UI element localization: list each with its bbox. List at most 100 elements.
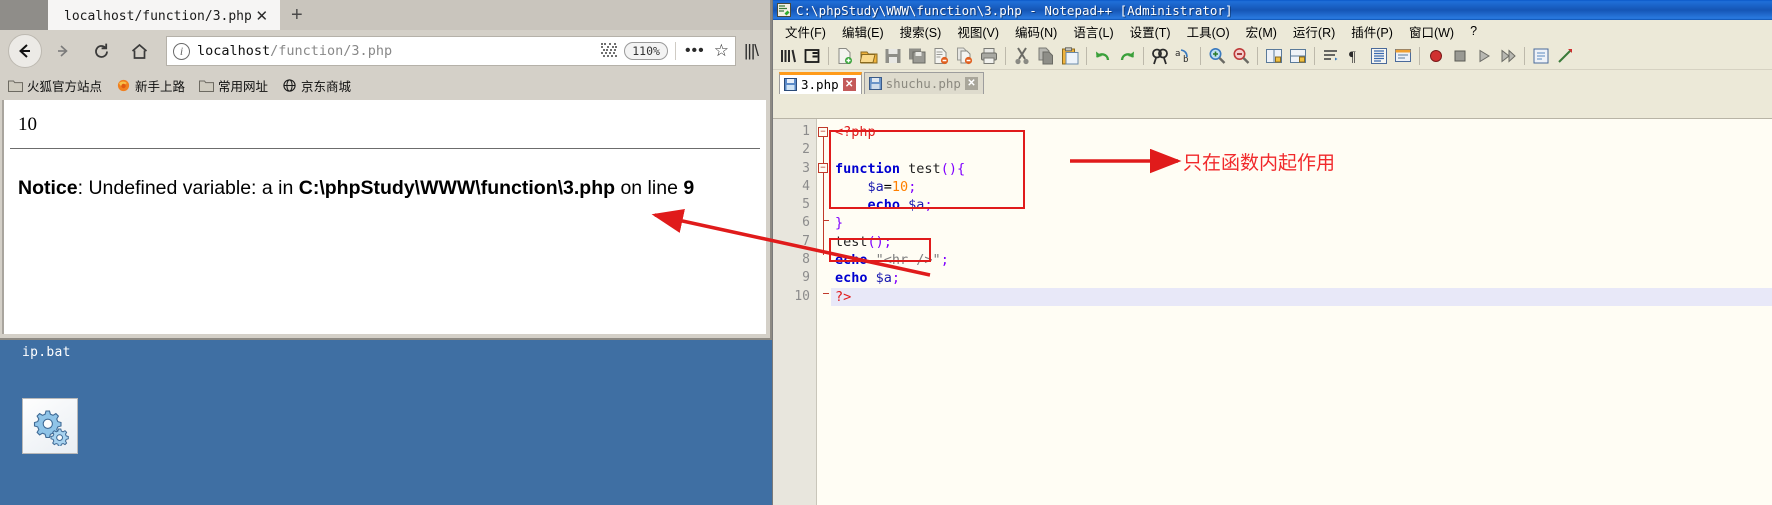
zoom-out-icon[interactable] bbox=[1230, 45, 1252, 67]
tabstrip-filler bbox=[313, 0, 770, 30]
save-all-icon[interactable] bbox=[906, 45, 928, 67]
bookmark-item[interactable]: 新手上路 bbox=[116, 76, 185, 95]
bookmarks-bar: 火狐官方站点 新手上路 常用网址 京东商城 bbox=[0, 72, 770, 98]
bookmark-item[interactable]: 火狐官方站点 bbox=[8, 76, 102, 95]
menu-settings[interactable]: 设置(T) bbox=[1122, 20, 1179, 43]
macro-play-icon[interactable] bbox=[1473, 45, 1495, 67]
code-editor[interactable]: 1 2 3 4 5 6 7 8 9 10 − − <?php function … bbox=[773, 118, 1772, 505]
replace-icon[interactable]: ab bbox=[1173, 45, 1195, 67]
menu-edit[interactable]: 编辑(E) bbox=[834, 20, 892, 43]
bookmark-item[interactable]: 京东商城 bbox=[282, 76, 351, 95]
menu-help[interactable]: ? bbox=[1462, 22, 1485, 40]
macro-run-multi-icon[interactable] bbox=[1497, 45, 1519, 67]
url-bar[interactable]: i localhost/function/3.php 110% ••• ☆ bbox=[166, 36, 737, 66]
code-line-4: $a=10; bbox=[867, 178, 917, 195]
document-map-icon[interactable] bbox=[777, 45, 799, 67]
line-number: 9 bbox=[802, 270, 810, 286]
bookmark-star-icon[interactable]: ☆ bbox=[714, 41, 729, 61]
copy-icon[interactable] bbox=[1035, 45, 1057, 67]
line-number: 4 bbox=[802, 178, 810, 194]
menu-language[interactable]: 语言(L) bbox=[1065, 20, 1121, 43]
toolbar-separator bbox=[1005, 46, 1006, 65]
find-icon[interactable] bbox=[1149, 45, 1171, 67]
open-file-icon[interactable] bbox=[858, 45, 880, 67]
sync-horizontal-icon[interactable] bbox=[1287, 45, 1309, 67]
zoom-in-icon[interactable] bbox=[1206, 45, 1228, 67]
notepadpp-title-text: C:\phpStudy\WWW\function\3.php - Notepad… bbox=[796, 2, 1233, 18]
qr-code-icon[interactable] bbox=[601, 43, 618, 59]
reload-icon bbox=[94, 43, 108, 58]
gears-glyph bbox=[33, 410, 69, 446]
menu-file[interactable]: 文件(F) bbox=[777, 20, 834, 43]
menu-view[interactable]: 视图(V) bbox=[949, 20, 1007, 43]
sync-vertical-icon[interactable] bbox=[1263, 45, 1285, 67]
url-input[interactable]: localhost/function/3.php bbox=[197, 43, 594, 59]
macro-record-icon[interactable] bbox=[1425, 45, 1447, 67]
toolbar-separator bbox=[1419, 46, 1420, 65]
notice-line-number: 9 bbox=[683, 177, 695, 199]
toolbar-separator bbox=[1314, 46, 1315, 65]
svg-text:¶: ¶ bbox=[1349, 49, 1356, 65]
close-icon[interactable]: ✕ bbox=[252, 6, 272, 26]
code-line-7: test(); bbox=[835, 233, 892, 250]
toolbar-separator bbox=[828, 46, 829, 65]
back-button[interactable] bbox=[8, 34, 42, 68]
bookmark-item[interactable]: 常用网址 bbox=[199, 76, 268, 95]
code-line-9: echo $a; bbox=[835, 270, 901, 287]
site-info-icon[interactable]: i bbox=[173, 42, 190, 60]
code-line-6: } bbox=[835, 215, 844, 232]
home-button[interactable] bbox=[122, 34, 156, 68]
menu-run[interactable]: 运行(R) bbox=[1285, 20, 1343, 43]
menu-window[interactable]: 窗口(W) bbox=[1401, 20, 1462, 43]
code-folding-margin[interactable]: − − bbox=[817, 119, 831, 505]
firefox-window: localhost/function/3.php ✕ + i localhost… bbox=[0, 0, 772, 340]
fold-marker-line1[interactable]: − bbox=[818, 127, 828, 137]
library-icon[interactable]: |||\ bbox=[740, 41, 762, 61]
macro-save-icon[interactable] bbox=[1530, 45, 1552, 67]
menu-encoding[interactable]: 编码(N) bbox=[1007, 20, 1065, 43]
new-tab-button[interactable]: + bbox=[279, 0, 314, 30]
page-actions-icon[interactable]: ••• bbox=[683, 42, 707, 60]
close-icon[interactable]: ✕ bbox=[842, 78, 856, 91]
close-all-icon[interactable] bbox=[954, 45, 976, 67]
word-wrap-icon[interactable] bbox=[1320, 45, 1342, 67]
fold-marker-line3[interactable]: − bbox=[818, 163, 828, 173]
reload-button[interactable] bbox=[84, 34, 118, 68]
svg-text:a: a bbox=[1175, 49, 1180, 59]
editor-tab-3php[interactable]: 3.php ✕ bbox=[779, 72, 862, 94]
macro-stop-icon[interactable] bbox=[1449, 45, 1471, 67]
paste-icon[interactable] bbox=[1059, 45, 1081, 67]
notepadpp-titlebar[interactable]: C:\phpStudy\WWW\function\3.php - Notepad… bbox=[773, 0, 1772, 20]
page-viewport: 10 Notice: Undefined variable: a in C:\p… bbox=[2, 100, 766, 334]
gears-icon[interactable] bbox=[22, 398, 78, 454]
browser-tab-active[interactable]: localhost/function/3.php ✕ bbox=[48, 0, 280, 30]
code-text-area[interactable]: <?php function test(){ $a=10; echo $a; }… bbox=[831, 119, 1772, 505]
notice-file-path: C:\phpStudy\WWW\function\3.php bbox=[298, 177, 616, 199]
zoom-level-badge[interactable]: 110% bbox=[624, 42, 668, 60]
code-line-1: <?php bbox=[835, 124, 876, 140]
save-icon[interactable] bbox=[882, 45, 904, 67]
show-all-chars-icon[interactable]: ¶ bbox=[1344, 45, 1366, 67]
undo-icon[interactable] bbox=[1092, 45, 1114, 67]
notepadpp-window: C:\phpStudy\WWW\function\3.php - Notepad… bbox=[772, 0, 1772, 505]
new-file-icon[interactable] bbox=[834, 45, 856, 67]
editor-tab-shuchuphp[interactable]: shuchu.php ✕ bbox=[863, 72, 984, 94]
cut-icon[interactable] bbox=[1011, 45, 1033, 67]
run-icon[interactable] bbox=[1554, 45, 1576, 67]
menu-macro[interactable]: 宏(M) bbox=[1238, 20, 1285, 43]
function-list-icon[interactable] bbox=[801, 45, 823, 67]
line-number: 5 bbox=[802, 197, 810, 213]
menu-tools[interactable]: 工具(O) bbox=[1179, 20, 1238, 43]
toolbar-separator bbox=[1143, 46, 1144, 65]
redo-icon[interactable] bbox=[1116, 45, 1138, 67]
bookmark-label: 火狐官方站点 bbox=[27, 79, 103, 94]
close-file-icon[interactable] bbox=[930, 45, 952, 67]
menu-plugins[interactable]: 插件(P) bbox=[1343, 20, 1401, 43]
menu-search[interactable]: 搜索(S) bbox=[892, 20, 950, 43]
annotation-label-scope: 只在函数内起作用 bbox=[1183, 153, 1336, 174]
ui-display-icon[interactable] bbox=[1392, 45, 1414, 67]
indent-guide-icon[interactable] bbox=[1368, 45, 1390, 67]
print-icon[interactable] bbox=[978, 45, 1000, 67]
close-icon[interactable]: ✕ bbox=[964, 77, 978, 90]
forward-button[interactable] bbox=[46, 34, 80, 68]
